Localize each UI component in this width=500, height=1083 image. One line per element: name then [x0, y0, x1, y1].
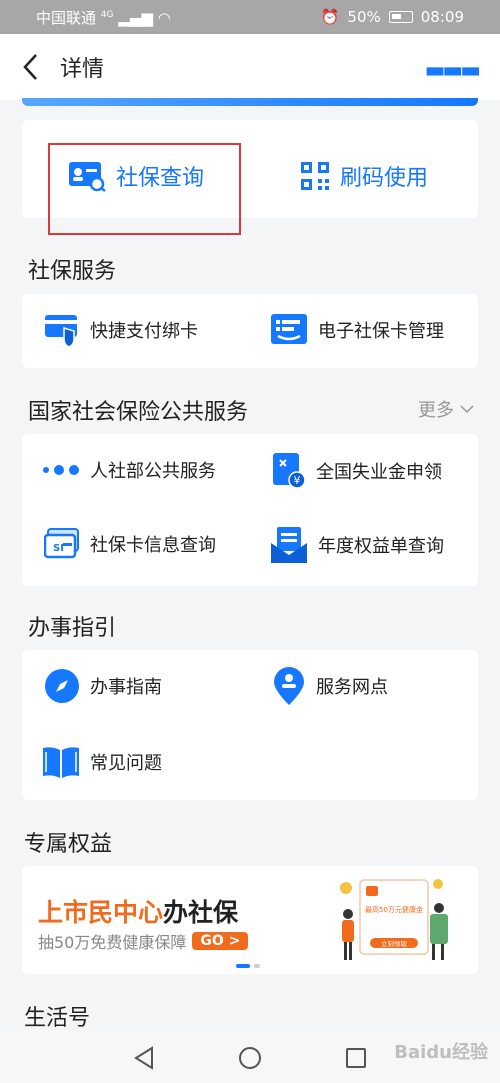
chevron-down-icon — [460, 405, 474, 414]
card-shield-icon — [45, 315, 77, 348]
battery-percent: 50% — [347, 8, 381, 26]
section-title-national-service: 国家社会保险公共服务 — [28, 400, 249, 425]
e-social-card-manage-label: 电子社保卡管理 — [318, 321, 444, 342]
chevron-left-icon — [23, 54, 37, 80]
e-social-card-manage-item[interactable]: 电子社保卡管理 — [270, 312, 444, 348]
section-title-social-security: 社保服务 — [28, 259, 117, 284]
status-bar: 中国联通 4G ▂▄▆ ◠ ⏰ 50% 08:09 — [0, 0, 500, 34]
wifi-icon: ◠ — [157, 8, 171, 27]
home-circle-icon[interactable] — [239, 1047, 261, 1069]
banner-title-dark: 办社保 — [163, 898, 239, 927]
network-label: 4G — [100, 9, 114, 20]
banner-subtitle-text: 抽50万免费健康保障 — [38, 933, 187, 952]
scan-code-button[interactable]: 刷码使用 — [300, 160, 428, 192]
carrier-label: 中国联通 — [36, 8, 97, 27]
header-banner-edge — [22, 98, 478, 106]
status-left: 中国联通 4G ▂▄▆ ◠ — [36, 7, 171, 28]
scan-code-label: 刷码使用 — [340, 166, 429, 191]
section-title-exclusive-benefits: 专属权益 — [24, 832, 113, 857]
quick-pay-bind-card-label: 快捷支付绑卡 — [90, 321, 198, 342]
more-dots-icon[interactable]: ▬▬▬ — [425, 58, 481, 83]
illustration-button: 立刻领取 — [381, 939, 408, 948]
three-dots-icon — [43, 465, 79, 475]
banner-title-orange: 上市民中心 — [38, 898, 164, 927]
carousel-dot — [254, 964, 260, 968]
service-guide-label: 办事指南 — [90, 677, 162, 698]
section-title-life-account: 生活号 — [24, 1006, 91, 1031]
quick-pay-bind-card-item[interactable]: 快捷支付绑卡 — [44, 312, 198, 348]
signal-icon: ▂▄▆ — [118, 8, 153, 27]
si-card-icon: SI — [44, 528, 79, 559]
highlight-box — [48, 143, 241, 235]
faq-item[interactable]: 常见问题 — [42, 744, 162, 780]
system-nav-bar: Baidu经验 — [0, 1030, 500, 1083]
back-triangle-icon[interactable] — [133, 1046, 155, 1070]
mohrss-public-service-label: 人社部公共服务 — [90, 461, 216, 482]
yuan-document-icon: ¥ — [273, 453, 306, 489]
unemployment-benefit-label: 全国失业金申领 — [316, 462, 442, 483]
back-button[interactable] — [0, 34, 60, 100]
svg-text:¥: ¥ — [294, 474, 301, 487]
illustration-caption: 最高50万元健康金 — [365, 905, 423, 914]
alarm-icon: ⏰ — [320, 8, 340, 26]
more-label: 更多 — [418, 400, 454, 421]
watermark: Baidu经验 — [394, 1042, 488, 1063]
carousel-dot-active — [236, 964, 250, 968]
compass-icon — [45, 669, 79, 703]
recent-apps-square-icon[interactable] — [346, 1048, 366, 1068]
service-outlets-label: 服务网点 — [316, 677, 388, 698]
section-title-guide: 办事指引 — [28, 616, 117, 641]
envelope-document-icon — [271, 527, 307, 563]
banner-illustration: 最高50万元健康金 立刻领取 — [340, 879, 448, 960]
nav-bar: 详情 ▬▬▬ — [0, 34, 500, 100]
service-guide-item[interactable]: 办事指南 — [44, 668, 162, 704]
open-book-icon — [43, 747, 79, 778]
e-card-icon — [271, 314, 307, 344]
faq-label: 常见问题 — [90, 753, 162, 774]
unemployment-benefit-item[interactable]: ¥ 全国失业金申领 — [272, 452, 442, 490]
clock: 08:09 — [420, 8, 464, 26]
service-outlets-item[interactable]: 服务网点 — [272, 666, 388, 706]
page-title: 详情 — [60, 57, 105, 82]
battery-icon — [388, 11, 413, 23]
location-pin-icon — [274, 667, 304, 705]
svg-text:SI: SI — [53, 543, 64, 554]
status-right: ⏰ 50% 08:09 — [321, 8, 464, 26]
annual-rights-statement-label: 年度权益单查询 — [318, 536, 444, 557]
annual-rights-statement-item[interactable]: 年度权益单查询 — [270, 526, 444, 564]
banner-title: 上市民中心办社保 — [38, 893, 238, 929]
qr-code-icon — [301, 162, 329, 190]
more-link[interactable]: 更多 — [418, 396, 474, 422]
si-card-info-query-label: 社保卡信息查询 — [90, 535, 216, 556]
carousel-indicator — [236, 964, 260, 968]
mohrss-public-service-item[interactable]: 人社部公共服务 — [42, 452, 216, 488]
si-card-info-query-item[interactable]: SI 社保卡信息查询 — [44, 528, 216, 560]
go-button[interactable]: GO > — [192, 932, 249, 950]
banner-subtitle: 抽50万免费健康保障 GO > — [38, 929, 249, 953]
